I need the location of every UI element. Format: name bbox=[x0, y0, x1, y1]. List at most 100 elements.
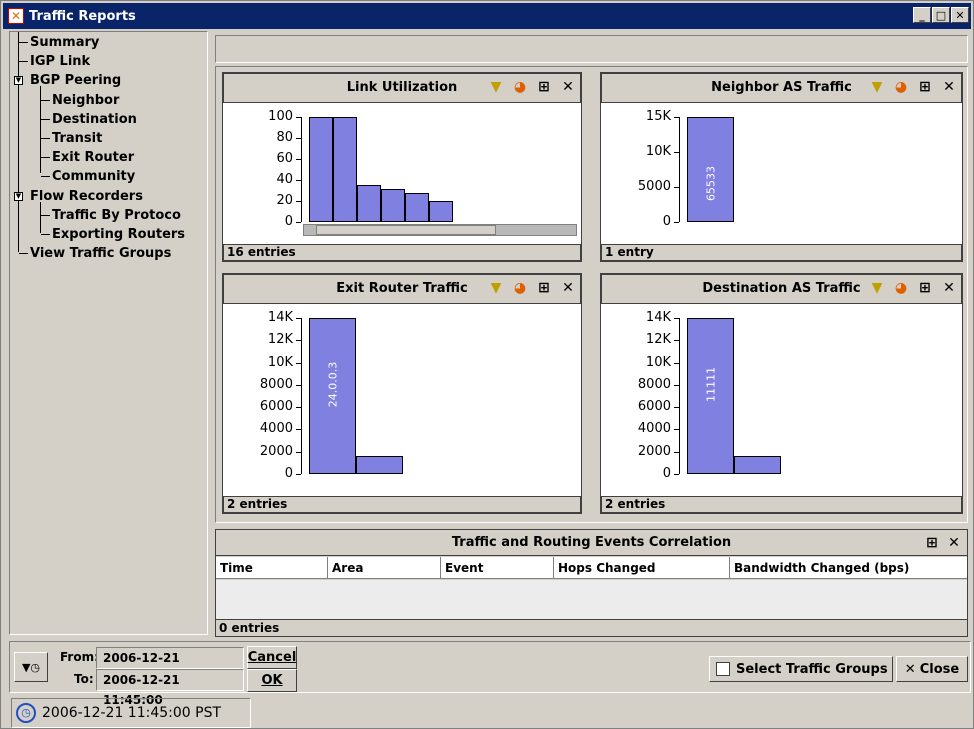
checkbox[interactable] bbox=[716, 662, 730, 676]
y-tick-label: 10K bbox=[645, 354, 671, 370]
correlation-panel: Traffic and Routing Events Correlation ⊞… bbox=[215, 529, 968, 637]
chart-bar[interactable] bbox=[429, 201, 453, 222]
tree-item-igp-link[interactable]: IGP Link bbox=[30, 52, 90, 71]
pie-chart-icon[interactable]: ◕ bbox=[892, 78, 910, 96]
tree-item-exit-router[interactable]: Exit Router bbox=[52, 148, 134, 167]
layout-icon[interactable]: ⊞ bbox=[923, 534, 941, 552]
tree-branch bbox=[41, 100, 50, 101]
close-button[interactable]: ✕ Close bbox=[896, 656, 968, 682]
tree-item-neighbor[interactable]: Neighbor bbox=[52, 91, 119, 110]
column-header[interactable]: Hops Changed bbox=[554, 557, 730, 579]
horizontal-scrollbar[interactable] bbox=[303, 224, 577, 236]
tree-branch bbox=[41, 234, 50, 235]
tree-branch bbox=[19, 253, 28, 254]
select-traffic-groups-button[interactable]: Select Traffic Groups bbox=[709, 656, 893, 682]
column-header[interactable]: Area bbox=[328, 557, 441, 579]
y-tick-mark bbox=[674, 474, 679, 475]
y-tick-mark bbox=[296, 407, 301, 409]
collapse-bgp-icon[interactable]: ▼ bbox=[14, 76, 23, 85]
y-tick-mark bbox=[296, 117, 301, 118]
chart-bar[interactable] bbox=[381, 189, 405, 222]
panel-header: Neighbor AS Traffic ▼ ◕ ⊞ ✕ bbox=[601, 73, 962, 103]
traffic-reports-window: ✕ Traffic Reports _ □ ✕ Summary IGP Link… bbox=[0, 0, 974, 729]
layout-icon[interactable]: ⊞ bbox=[535, 78, 553, 96]
cancel-button[interactable]: Cancel bbox=[247, 646, 297, 669]
layout-icon[interactable]: ⊞ bbox=[535, 279, 553, 297]
y-tick-mark bbox=[296, 384, 301, 386]
from-label: From: bbox=[60, 650, 99, 664]
close-icon[interactable]: ✕ bbox=[940, 279, 958, 297]
correlation-table-body[interactable] bbox=[216, 580, 967, 620]
y-tick-mark bbox=[674, 451, 679, 453]
y-tick-label: 6000 bbox=[259, 399, 293, 415]
close-icon[interactable]: ✕ bbox=[945, 534, 963, 552]
close-window-button[interactable]: ✕ bbox=[951, 7, 969, 23]
close-label: Close bbox=[919, 661, 960, 677]
panel-footer: 2 entries bbox=[601, 496, 962, 513]
y-tick-mark bbox=[674, 187, 679, 188]
tree-item-traffic-by-protocol[interactable]: Traffic By Protoco bbox=[52, 206, 181, 225]
pie-chart-icon[interactable]: ◕ bbox=[892, 279, 910, 297]
tree-item-bgp-peering[interactable]: BGP Peering bbox=[30, 71, 121, 90]
scrollbar-thumb[interactable] bbox=[316, 225, 496, 235]
layout-icon[interactable]: ⊞ bbox=[916, 78, 934, 96]
tree-branch bbox=[41, 138, 50, 139]
y-tick-mark bbox=[674, 362, 679, 364]
to-time-field[interactable]: 2006-12-21 11:45:00 bbox=[96, 669, 244, 707]
from-time-field[interactable]: 2006-12-21 11:40:00 bbox=[96, 647, 244, 685]
tree-branch bbox=[41, 157, 50, 158]
chart-bar[interactable] bbox=[356, 456, 403, 474]
chart-bar[interactable] bbox=[357, 185, 381, 222]
y-tick-mark bbox=[296, 362, 301, 364]
chart-bar[interactable] bbox=[309, 117, 333, 222]
window-title: Traffic Reports bbox=[29, 8, 136, 24]
minimize-button[interactable]: _ bbox=[913, 7, 931, 23]
filter-icon[interactable]: ▼ bbox=[487, 279, 505, 297]
neighbor-as-chart: 15K 10K 5000 0 65533 bbox=[601, 103, 962, 244]
y-tick-mark bbox=[296, 138, 301, 139]
pie-chart-icon[interactable]: ◕ bbox=[511, 78, 529, 96]
close-icon[interactable]: ✕ bbox=[559, 279, 577, 297]
tree-branch bbox=[19, 61, 28, 62]
y-tick-mark bbox=[296, 180, 301, 181]
column-header[interactable]: Bandwidth Changed (bps) bbox=[730, 557, 967, 579]
filter-icon[interactable]: ▼ bbox=[487, 78, 505, 96]
close-icon[interactable]: ✕ bbox=[559, 78, 577, 96]
column-header[interactable]: Time bbox=[216, 557, 328, 579]
time-range-menu-button[interactable]: ▼◷ bbox=[14, 652, 48, 682]
maximize-button[interactable]: □ bbox=[932, 7, 950, 23]
ok-button[interactable]: OK bbox=[247, 669, 297, 692]
close-icon[interactable]: ✕ bbox=[940, 78, 958, 96]
collapse-flow-icon[interactable]: ▼ bbox=[14, 192, 23, 201]
select-traffic-groups-label: Select Traffic Groups bbox=[736, 661, 888, 677]
tree-item-view-traffic-groups[interactable]: View Traffic Groups bbox=[30, 244, 171, 263]
chart-bar[interactable] bbox=[333, 117, 357, 222]
tree-item-transit[interactable]: Transit bbox=[52, 129, 102, 148]
title-bar: ✕ Traffic Reports _ □ ✕ bbox=[3, 3, 971, 29]
filter-icon[interactable]: ▼ bbox=[868, 279, 886, 297]
tree-item-community[interactable]: Community bbox=[52, 167, 135, 186]
filter-icon[interactable]: ▼ bbox=[868, 78, 886, 96]
pie-chart-icon[interactable]: ◕ bbox=[511, 279, 529, 297]
y-tick-label: 4000 bbox=[259, 421, 293, 437]
tree-item-summary[interactable]: Summary bbox=[30, 33, 99, 52]
y-tick-label: 8000 bbox=[259, 376, 293, 392]
tree-item-destination[interactable]: Destination bbox=[52, 110, 137, 129]
y-tick-label: 8000 bbox=[637, 376, 671, 392]
chart-bar[interactable] bbox=[405, 192, 429, 222]
layout-icon[interactable]: ⊞ bbox=[916, 279, 934, 297]
column-header[interactable]: Event bbox=[441, 557, 554, 579]
chart-bar[interactable] bbox=[734, 456, 781, 474]
panel-title: Neighbor AS Traffic bbox=[711, 80, 852, 95]
link-utilization-panel: Link Utilization ▼ ◕ ⊞ ✕ 100 80 60 40 20 0 16… bbox=[222, 72, 582, 262]
clock-icon: ◷ bbox=[16, 703, 36, 723]
y-tick-label: 0 bbox=[662, 466, 671, 481]
panel-footer: 1 entry bbox=[601, 244, 962, 261]
tree-line bbox=[40, 202, 41, 233]
tree-item-exporting-routers[interactable]: Exporting Routers bbox=[52, 225, 185, 244]
neighbor-as-traffic-panel: Neighbor AS Traffic ▼ ◕ ⊞ ✕ 15K 10K 5000 0 6… bbox=[600, 72, 963, 262]
y-tick-mark bbox=[674, 407, 679, 409]
y-tick-mark bbox=[296, 159, 301, 160]
tree-item-flow-recorders[interactable]: Flow Recorders bbox=[30, 187, 143, 206]
panel-header: Exit Router Traffic ▼ ◕ ⊞ ✕ bbox=[223, 274, 581, 304]
